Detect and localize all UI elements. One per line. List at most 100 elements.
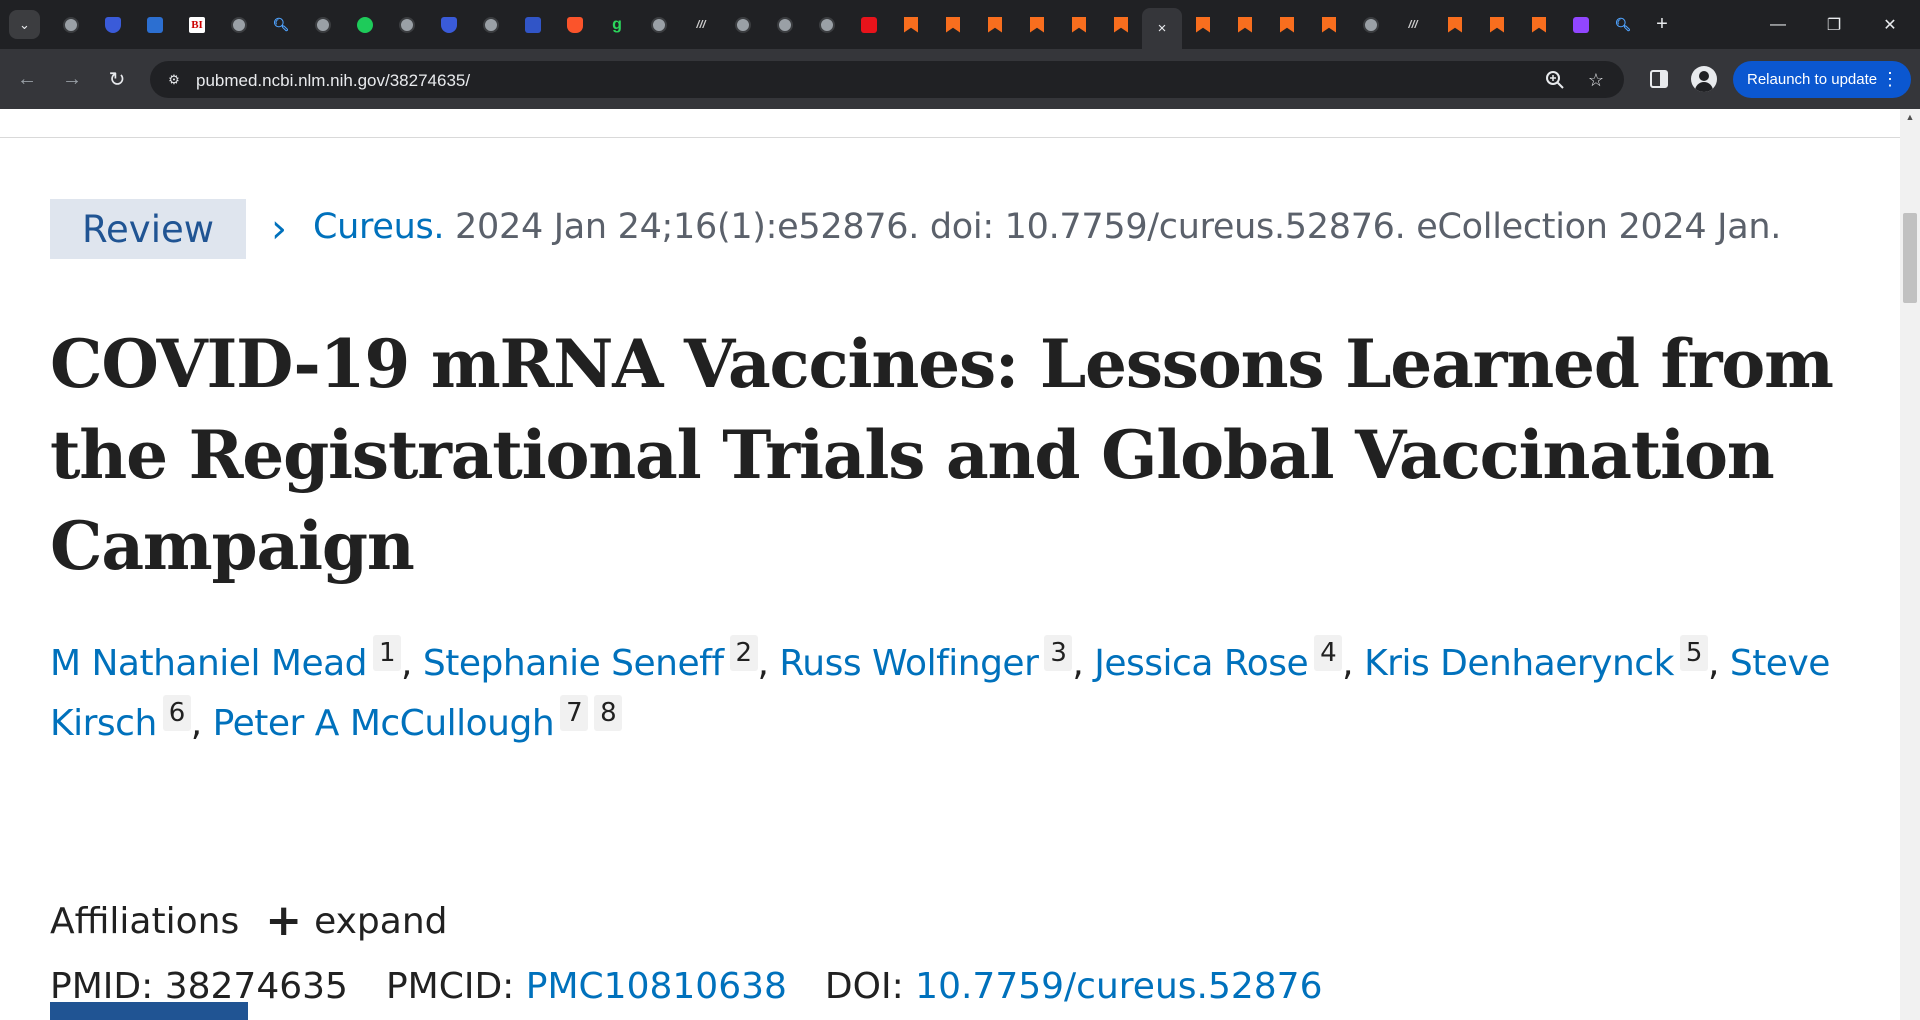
new-tab-button[interactable]: +: [1644, 8, 1680, 41]
scroll-thumb[interactable]: [1903, 213, 1917, 303]
browser-tab[interactable]: [386, 8, 428, 41]
bookmark-icon: [1238, 16, 1252, 33]
profile-avatar-icon[interactable]: [1691, 66, 1717, 92]
browser-tab[interactable]: ///: [680, 8, 722, 41]
browser-tab[interactable]: [470, 8, 512, 41]
restore-button[interactable]: ❐: [1806, 0, 1862, 49]
zoom-icon[interactable]: [1544, 69, 1566, 91]
affiliation-number-link[interactable]: 4: [1314, 635, 1343, 671]
page-content: Review › Cureus. 2024 Jan 24;16(1):e5287…: [0, 109, 1900, 1020]
browser-tab[interactable]: [1224, 8, 1266, 41]
browser-tab[interactable]: [1476, 8, 1518, 41]
forward-button[interactable]: →: [57, 64, 87, 94]
author-link[interactable]: Peter A McCullough: [213, 703, 555, 744]
site-info-icon[interactable]: ⚙: [164, 70, 184, 90]
browser-tab[interactable]: [1100, 8, 1142, 41]
browser-tab[interactable]: [638, 8, 680, 41]
shield-icon: [105, 16, 121, 33]
affiliation-number-link[interactable]: 8: [594, 695, 623, 731]
article-identifiers: PMID: 38274635 PMCID: PMC10810638 DOI: 10.…: [50, 966, 1322, 1007]
browser-tab[interactable]: [974, 8, 1016, 41]
minimize-button[interactable]: —: [1750, 0, 1806, 49]
more-menu-icon[interactable]: ⋮: [1881, 69, 1899, 90]
author-link[interactable]: M Nathaniel Mead: [50, 643, 368, 684]
author-link[interactable]: Kris Denhaerynck: [1364, 643, 1674, 684]
bookmark-star-icon[interactable]: ☆: [1585, 69, 1607, 91]
g-icon: g: [612, 15, 622, 33]
back-button[interactable]: ←: [12, 64, 42, 94]
browser-tab[interactable]: 🔍︎: [1602, 8, 1644, 41]
browser-tab[interactable]: [50, 8, 92, 41]
browser-tab[interactable]: [1518, 8, 1560, 41]
affiliations-expand-button[interactable]: + expand: [265, 899, 447, 943]
browser-tab[interactable]: [1058, 8, 1100, 41]
bookmark-icon: [1196, 16, 1210, 33]
tab-strip: ⌄ BI 🔍︎ g /// × /// 🔍︎ + — ❐ ✕: [0, 0, 1920, 49]
browser-tab[interactable]: g: [596, 8, 638, 41]
cube-icon: [525, 16, 541, 33]
affiliation-number-link[interactable]: 3: [1044, 635, 1073, 671]
browser-tab[interactable]: [806, 8, 848, 41]
url-text[interactable]: pubmed.ncbi.nlm.nih.gov/38274635/: [196, 71, 470, 91]
bookmark-icon: [1322, 16, 1336, 33]
shield-icon: [441, 16, 457, 33]
browser-tab[interactable]: [932, 8, 974, 41]
globe-icon: [735, 16, 751, 33]
affiliation-number-link[interactable]: 5: [1679, 635, 1708, 671]
browser-tab[interactable]: [1182, 8, 1224, 41]
browser-tab[interactable]: [722, 8, 764, 41]
browser-tab[interactable]: [1434, 8, 1476, 41]
browser-tab[interactable]: [1350, 8, 1392, 41]
author-link[interactable]: Stephanie Seneff: [423, 643, 724, 684]
browser-tab[interactable]: [302, 8, 344, 41]
browser-tab[interactable]: [1266, 8, 1308, 41]
globe-icon: [651, 16, 667, 33]
scroll-up-arrow-icon[interactable]: ▲: [1900, 112, 1920, 128]
browser-tab[interactable]: [1560, 8, 1602, 41]
globe-icon: [819, 16, 835, 33]
author-link[interactable]: Jessica Rose: [1094, 643, 1308, 684]
browser-tab[interactable]: ///: [1392, 8, 1434, 41]
browser-tab[interactable]: [512, 8, 554, 41]
journal-link[interactable]: Cureus.: [313, 207, 445, 247]
full-text-button[interactable]: [50, 1002, 248, 1020]
brave-icon: [567, 16, 583, 33]
browser-tab[interactable]: [890, 8, 932, 41]
affiliation-number-link[interactable]: 7: [560, 695, 589, 731]
affiliation-number-link[interactable]: 1: [373, 635, 402, 671]
browser-tab[interactable]: [344, 8, 386, 41]
doi-link[interactable]: 10.7759/cureus.52876: [915, 966, 1322, 1007]
browser-tab[interactable]: [848, 8, 890, 41]
side-panel-icon[interactable]: [1644, 64, 1674, 94]
relaunch-to-update-button[interactable]: Relaunch to update ⋮: [1733, 61, 1911, 98]
browser-tab[interactable]: 🔍︎: [260, 8, 302, 41]
header-divider: [0, 137, 1900, 138]
browser-tab[interactable]: [554, 8, 596, 41]
reload-icon: ↻: [108, 68, 126, 91]
chevron-right-icon[interactable]: ›: [271, 206, 287, 252]
browser-tab[interactable]: [134, 8, 176, 41]
author-separator: ,: [1342, 643, 1365, 684]
browser-tab[interactable]: BI: [176, 8, 218, 41]
author-link[interactable]: Russ Wolfinger: [779, 643, 1038, 684]
page-scrollbar[interactable]: ▲: [1900, 109, 1920, 1020]
author-separator: ,: [1707, 643, 1730, 684]
browser-tab[interactable]: ×: [1142, 8, 1182, 49]
browser-tab[interactable]: [218, 8, 260, 41]
browser-tab[interactable]: [764, 8, 806, 41]
affiliation-number-link[interactable]: 6: [162, 695, 191, 731]
affiliation-number-link[interactable]: 2: [729, 635, 758, 671]
browser-tab[interactable]: [1016, 8, 1058, 41]
browser-tab[interactable]: [92, 8, 134, 41]
tab-search-button[interactable]: ⌄: [9, 10, 40, 39]
bookmark-icon: [1490, 16, 1504, 33]
browser-tab[interactable]: [1308, 8, 1350, 41]
pmid-label: PMID:: [50, 966, 154, 1007]
pmcid-link[interactable]: PMC10810638: [526, 966, 787, 1007]
browser-tab[interactable]: [428, 8, 470, 41]
address-bar[interactable]: ⚙ pubmed.ncbi.nlm.nih.gov/38274635/ ☆: [150, 61, 1624, 98]
publication-type-badge: Review: [50, 199, 246, 259]
reload-button[interactable]: ↻: [102, 64, 132, 94]
close-tab-icon[interactable]: ×: [1158, 20, 1167, 37]
close-window-button[interactable]: ✕: [1862, 0, 1918, 49]
